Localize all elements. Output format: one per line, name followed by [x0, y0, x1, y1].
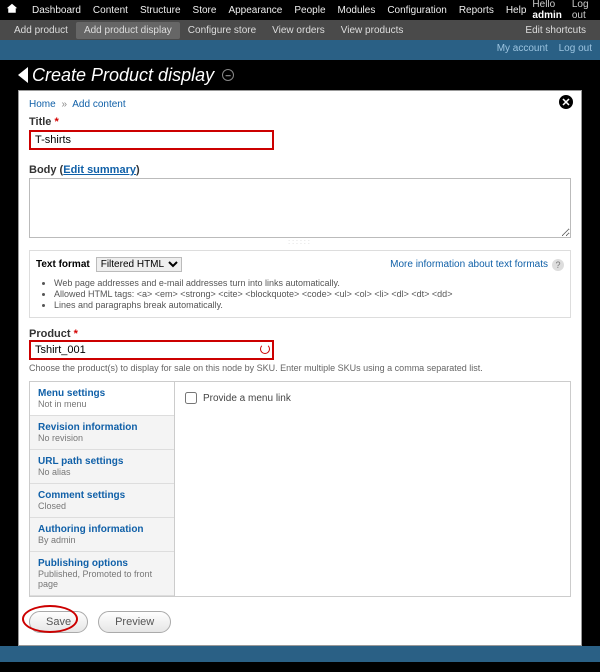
overlay-titlebar: Create Product display – — [18, 60, 582, 90]
nav-modules[interactable]: Modules — [332, 1, 382, 20]
help-icon[interactable]: ? — [552, 259, 564, 271]
admin-toolbar: Dashboard Content Structure Store Appear… — [0, 0, 600, 20]
shortcut-view-products[interactable]: View products — [333, 22, 412, 39]
format-tips: Web page addresses and e-mail addresses … — [54, 278, 564, 310]
home-icon[interactable] — [6, 3, 20, 17]
menu-settings-pane: Provide a menu link — [175, 382, 570, 596]
back-arrow-icon[interactable] — [18, 67, 28, 83]
shortcut-view-orders[interactable]: View orders — [264, 22, 333, 39]
page-header: My account Log out — [0, 40, 600, 60]
edit-summary-link[interactable]: Edit summary — [63, 164, 136, 176]
header-logout-link[interactable]: Log out — [559, 43, 592, 54]
shortcut-bar: Add product Add product display Configur… — [0, 20, 600, 40]
text-format-more-link[interactable]: More information about text formats — [390, 259, 548, 270]
nav-content[interactable]: Content — [87, 1, 134, 20]
nav-people[interactable]: People — [288, 1, 331, 20]
product-label: Product * — [29, 328, 571, 340]
preview-button[interactable]: Preview — [98, 611, 171, 633]
shortcut-configure-store[interactable]: Configure store — [180, 22, 264, 39]
nav-structure[interactable]: Structure — [134, 1, 187, 20]
shortcut-add-product[interactable]: Add product — [6, 22, 76, 39]
tab-url-path-settings[interactable]: URL path settingsNo alias — [30, 450, 174, 484]
page-title: Create Product display — [32, 65, 214, 86]
overlay-panel: ✕ Home » Add content Title * Body (Edit … — [18, 90, 582, 646]
save-button[interactable]: Save — [29, 611, 88, 633]
nav-store[interactable]: Store — [187, 1, 223, 20]
text-format-select[interactable]: Filtered HTML — [96, 257, 182, 272]
nav-dashboard[interactable]: Dashboard — [26, 1, 87, 20]
tab-publishing-options[interactable]: Publishing optionsPublished, Promoted to… — [30, 552, 174, 596]
text-format-section: Text format Filtered HTML More informati… — [29, 250, 571, 318]
vertical-tabs: Menu settingsNot in menu Revision inform… — [29, 381, 571, 597]
breadcrumb-home[interactable]: Home — [29, 99, 56, 110]
body-label: Body (Edit summary) — [29, 164, 571, 176]
body-textarea[interactable] — [29, 178, 571, 238]
shortcut-add-product-display[interactable]: Add product display — [76, 22, 180, 39]
text-format-label: Text format — [36, 259, 90, 270]
tab-comment-settings[interactable]: Comment settingsClosed — [30, 484, 174, 518]
nav-help[interactable]: Help — [500, 1, 533, 20]
breadcrumb-add-content[interactable]: Add content — [72, 99, 125, 110]
tab-revision-information[interactable]: Revision informationNo revision — [30, 416, 174, 450]
nav-appearance[interactable]: Appearance — [222, 1, 288, 20]
collapse-icon[interactable]: – — [222, 69, 234, 81]
my-account-link[interactable]: My account — [497, 43, 548, 54]
tab-authoring-information[interactable]: Authoring informationBy admin — [30, 518, 174, 552]
edit-shortcuts-link[interactable]: Edit shortcuts — [517, 22, 594, 39]
greeting-label: Hello admin — [532, 0, 561, 21]
product-input[interactable] — [29, 340, 274, 360]
autocomplete-throbber-icon — [260, 344, 270, 354]
close-icon[interactable]: ✕ — [557, 93, 575, 111]
tab-menu-settings[interactable]: Menu settingsNot in menu — [30, 382, 174, 416]
menu-link-checkbox-input[interactable] — [185, 392, 197, 404]
nav-reports[interactable]: Reports — [453, 1, 500, 20]
title-input[interactable] — [29, 130, 274, 150]
breadcrumb: Home » Add content — [29, 99, 571, 110]
product-description: Choose the product(s) to display for sal… — [29, 363, 571, 373]
title-label: Title * — [29, 116, 571, 128]
resize-grip-icon[interactable]: :::::: — [29, 239, 571, 246]
nav-configuration[interactable]: Configuration — [381, 1, 452, 20]
provide-menu-link-checkbox[interactable]: Provide a menu link — [185, 392, 560, 404]
